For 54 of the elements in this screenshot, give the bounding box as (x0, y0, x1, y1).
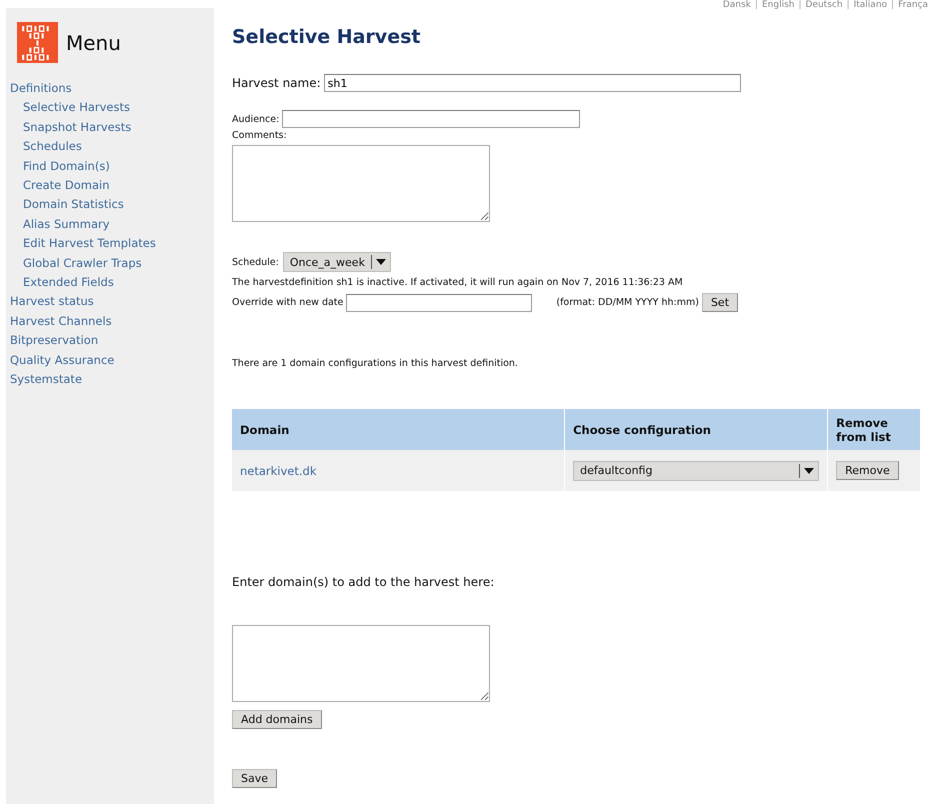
domains-field[interactable] (232, 625, 490, 702)
language-link[interactable]: Deutsch (806, 0, 843, 11)
field-label: Audience: (232, 114, 280, 124)
menu-link[interactable]: Systemstate (10, 370, 82, 390)
menu-title: Menu (66, 30, 121, 54)
add-domains-button[interactable]: Add domains (232, 710, 322, 729)
domain-count-text: There are 1 domain configurations in this harvest definition. (232, 358, 519, 369)
submenu-link[interactable]: Domain Statistics (23, 195, 124, 215)
format-hint: (format: DD/MM YYYY hh:mm) (556, 297, 699, 308)
column-header: Choose configuration (564, 409, 828, 450)
field-label: Override with new date (232, 297, 344, 308)
separator: | (754, 0, 758, 11)
language-link[interactable]: Dansk (722, 0, 751, 11)
caret-icon (804, 468, 814, 474)
menu-link[interactable]: Quality Assurance (10, 350, 114, 370)
field-label: Schedule: (232, 256, 279, 268)
menu-link[interactable]: Harvest Channels (10, 312, 112, 332)
language-link[interactable]: English (762, 0, 794, 11)
submenu-link[interactable]: Alias Summary (23, 214, 110, 234)
field-label: Comments: (232, 130, 288, 141)
field-label: Harvest name: (232, 76, 321, 90)
submenu-link[interactable]: Edit Harvest Templates (23, 234, 156, 254)
menu-link[interactable]: Bitpreservation (10, 331, 98, 351)
status-text: The harvestdefinition sh1 is inactive. If activated, it will run again on Nov 7, 2016 11:36:23 AM (232, 277, 684, 288)
set-button[interactable]: Set (702, 293, 738, 312)
date-field[interactable] (346, 294, 532, 312)
submenu-link[interactable]: Schedules (23, 137, 82, 157)
separator: | (798, 0, 802, 11)
harvest-name-field[interactable]: sh1 (324, 74, 741, 92)
language-link[interactable]: França (898, 0, 928, 11)
domain-link[interactable]: netarkivet.dk (240, 464, 317, 478)
menu-link[interactable]: Definitions (10, 79, 72, 98)
remove-button[interactable]: Remove (836, 461, 899, 480)
column-header: Domain (232, 409, 565, 450)
caret-icon (376, 259, 386, 265)
audience-field[interactable] (282, 110, 580, 128)
submenu-link[interactable]: Snapshot Harvests (23, 118, 132, 138)
comments-field[interactable] (232, 145, 490, 222)
save-button[interactable]: Save (232, 769, 278, 788)
submenu-link[interactable]: Find Domain(s) (23, 156, 110, 176)
submenu-link[interactable]: Global Crawler Traps (23, 254, 142, 274)
page-title: Selective Harvest (232, 26, 422, 48)
submenu-link[interactable]: Extended Fields (23, 273, 114, 292)
configuration-dropdown[interactable]: defaultconfig (573, 460, 820, 480)
menu-link[interactable]: Harvest status (10, 292, 94, 312)
submenu-link[interactable]: Selective Harvests (23, 98, 130, 118)
submenu-link[interactable]: Create Domain (23, 176, 110, 196)
language-link[interactable]: Italiano (854, 0, 888, 11)
column-header: Remove from list (828, 409, 920, 450)
binary-logo-icon (17, 22, 58, 63)
add-domains-label: Enter domain(s) to add to the harvest here: (232, 575, 496, 589)
schedule-dropdown[interactable]: Once_a_week (282, 252, 391, 272)
separator: | (846, 0, 850, 11)
separator: | (891, 0, 894, 11)
